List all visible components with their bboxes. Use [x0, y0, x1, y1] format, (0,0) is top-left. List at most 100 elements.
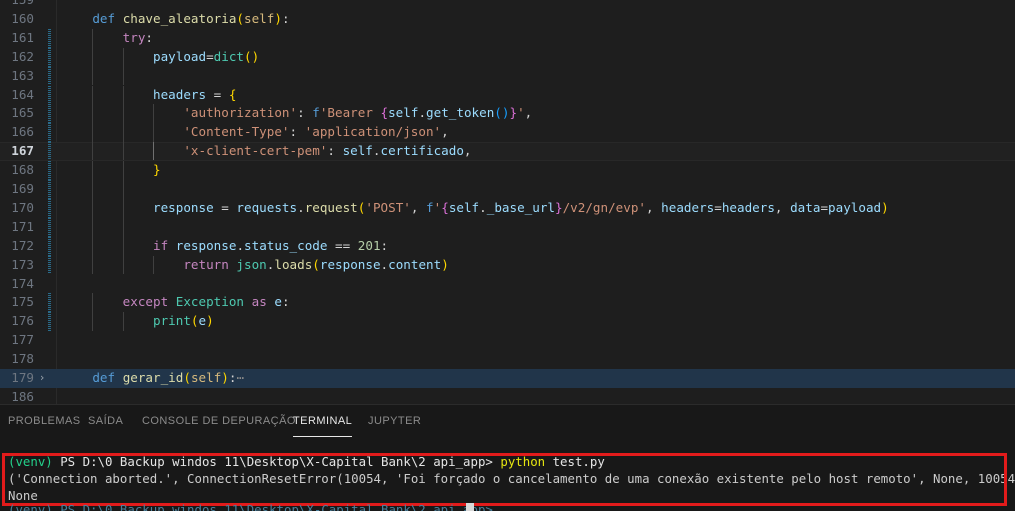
terminal-text: ('Connection aborted.', ConnectionResetE…	[8, 471, 1015, 486]
vscode-window: 159160 def chave_aleatoria(self):161 try…	[0, 0, 1015, 511]
code-line[interactable]: 161 try:	[0, 28, 1015, 48]
line-number: 164	[11, 86, 34, 102]
bottom-panel: PROBLEMAS SAÍDA CONSOLE DE DEPURAÇÃO TERMIN…	[0, 404, 1015, 511]
code-line[interactable]: 162 payload=dict()	[0, 47, 1015, 67]
gutter-change-marker	[48, 142, 51, 162]
code-text: try:	[122, 29, 154, 45]
panel-tab-jupyter[interactable]: JUPYTER	[368, 405, 421, 437]
gutter-change-marker	[48, 236, 51, 256]
code-text: headers = {	[153, 86, 237, 102]
gutter-change-marker	[48, 312, 51, 332]
panel-tab-label: SAÍDA	[88, 415, 124, 427]
code-line[interactable]: 166 'Content-Type': 'application/json',	[0, 123, 1015, 143]
code-text: payload=dict()	[153, 48, 260, 64]
line-number: 171	[11, 218, 34, 234]
terminal-line: (venv) PS D:\0 Backup windos 11\Desktop\…	[8, 453, 605, 470]
panel-tab-label: TERMINAL	[293, 415, 353, 427]
line-number: 186	[11, 388, 34, 404]
code-line[interactable]: 163	[0, 66, 1015, 86]
indent-guide	[122, 66, 124, 86]
code-text: 'authorization': f'Bearer {self.get_toke…	[183, 105, 533, 121]
panel-tab-bar[interactable]: PROBLEMAS SAÍDA CONSOLE DE DEPURAÇÃO TERMIN…	[0, 405, 1015, 437]
code-line[interactable]: 173 return json.loads(response.content)	[0, 255, 1015, 275]
panel-tab-console-de-depura-o[interactable]: CONSOLE DE DEPURAÇÃO	[142, 405, 296, 437]
terminal-output[interactable]: (venv) PS D:\0 Backup windos 11\Desktop\…	[0, 449, 1015, 511]
chevron-right-icon[interactable]: ›	[36, 369, 48, 388]
code-line[interactable]: 168 }	[0, 161, 1015, 180]
line-number: 174	[11, 275, 34, 291]
code-line[interactable]: 167 'x-client-cert-pem': self.certificad…	[0, 142, 1015, 162]
terminal-text: python	[500, 454, 546, 469]
line-number: 167	[11, 143, 34, 159]
indent-guide	[92, 180, 94, 199]
panel-tab-problemas[interactable]: PROBLEMAS	[8, 405, 81, 437]
code-line[interactable]: 171	[0, 217, 1015, 237]
code-line[interactable]: 174	[0, 275, 1015, 294]
gutter-change-marker	[48, 255, 51, 275]
gutter-change-marker	[48, 161, 51, 180]
terminal-text: test.py	[545, 454, 605, 469]
terminal-line: ('Connection aborted.', ConnectionResetE…	[8, 470, 1015, 487]
gutter-change-marker	[48, 47, 51, 67]
terminal-text: None	[8, 488, 38, 503]
line-number: 178	[11, 351, 34, 367]
line-number: 176	[11, 313, 34, 329]
line-number: 175	[11, 294, 34, 310]
code-text: response = requests.request('POST', f'{s…	[153, 199, 889, 215]
line-number: 172	[11, 237, 34, 253]
code-text: def gerar_id(self):⋯	[92, 370, 245, 385]
line-number: 160	[11, 10, 34, 26]
indent-guide	[92, 66, 94, 86]
code-line[interactable]: 165 'authorization': f'Bearer {self.get_…	[0, 104, 1015, 124]
code-text: except Exception as e:	[122, 294, 290, 310]
line-number: 166	[11, 124, 34, 140]
indent-guide	[122, 180, 124, 199]
panel-tab-label: JUPYTER	[368, 415, 422, 427]
panel-tab-label: PROBLEMAS	[8, 415, 81, 427]
line-number: 169	[11, 181, 34, 196]
code-editor[interactable]: 159160 def chave_aleatoria(self):161 try…	[0, 0, 1015, 404]
line-number: 161	[11, 29, 34, 45]
code-line[interactable]: 172 if response.status_code == 201:	[0, 236, 1015, 256]
line-number: 177	[11, 332, 34, 348]
gutter-change-marker	[48, 293, 51, 313]
terminal-cursor	[466, 503, 474, 511]
code-line[interactable]: 169	[0, 180, 1015, 199]
code-text: if response.status_code == 201:	[153, 237, 389, 253]
gutter-change-marker	[48, 28, 51, 48]
terminal-text: (venv)	[8, 454, 53, 469]
line-number: 179	[11, 370, 34, 385]
code-line[interactable]: 179 › def gerar_id(self):⋯	[0, 369, 1015, 388]
code-line[interactable]: 186	[0, 388, 1015, 404]
code-line[interactable]: 170 response = requests.request('POST', …	[0, 198, 1015, 218]
active-tab-underline	[293, 436, 353, 437]
code-line[interactable]: 178	[0, 350, 1015, 369]
code-line[interactable]: 177	[0, 331, 1015, 350]
gutter-change-marker	[48, 180, 51, 199]
line-number: 163	[11, 67, 34, 83]
panel-tab-terminal[interactable]: TERMINAL	[293, 405, 353, 437]
code-line[interactable]: 160 def chave_aleatoria(self):	[0, 10, 1015, 29]
gutter-change-marker	[48, 104, 51, 124]
line-number: 165	[11, 105, 34, 121]
code-text: }	[153, 162, 161, 178]
gutter-change-marker	[48, 217, 51, 237]
line-number: 159	[0, 0, 34, 10]
line-number: 168	[11, 162, 34, 178]
line-number: 162	[11, 48, 34, 64]
code-line[interactable]: 159	[0, 0, 1015, 10]
code-line[interactable]: 175 except Exception as e:	[0, 293, 1015, 313]
code-text: 'x-client-cert-pem': self.certificado,	[183, 143, 472, 159]
code-line[interactable]: 176 print(e)	[0, 312, 1015, 332]
gutter-change-marker	[48, 198, 51, 218]
terminal-next-prompt-clipped: (venv) PS D:\0 Backup windos 11\Desktop\…	[8, 504, 493, 511]
code-text: 'Content-Type': 'application/json',	[183, 124, 449, 140]
terminal-text: PS D:\0 Backup windos 11\Desktop\X-Capit…	[52, 454, 501, 469]
panel-tab-label: CONSOLE DE DEPURAÇÃO	[142, 415, 296, 427]
line-number: 173	[11, 256, 34, 272]
code-line[interactable]: 164 headers = {	[0, 85, 1015, 105]
line-number: 170	[11, 199, 34, 215]
code-text: return json.loads(response.content)	[183, 256, 449, 272]
indent-guide	[92, 217, 94, 237]
panel-tab-sa-da[interactable]: SAÍDA	[88, 405, 123, 437]
